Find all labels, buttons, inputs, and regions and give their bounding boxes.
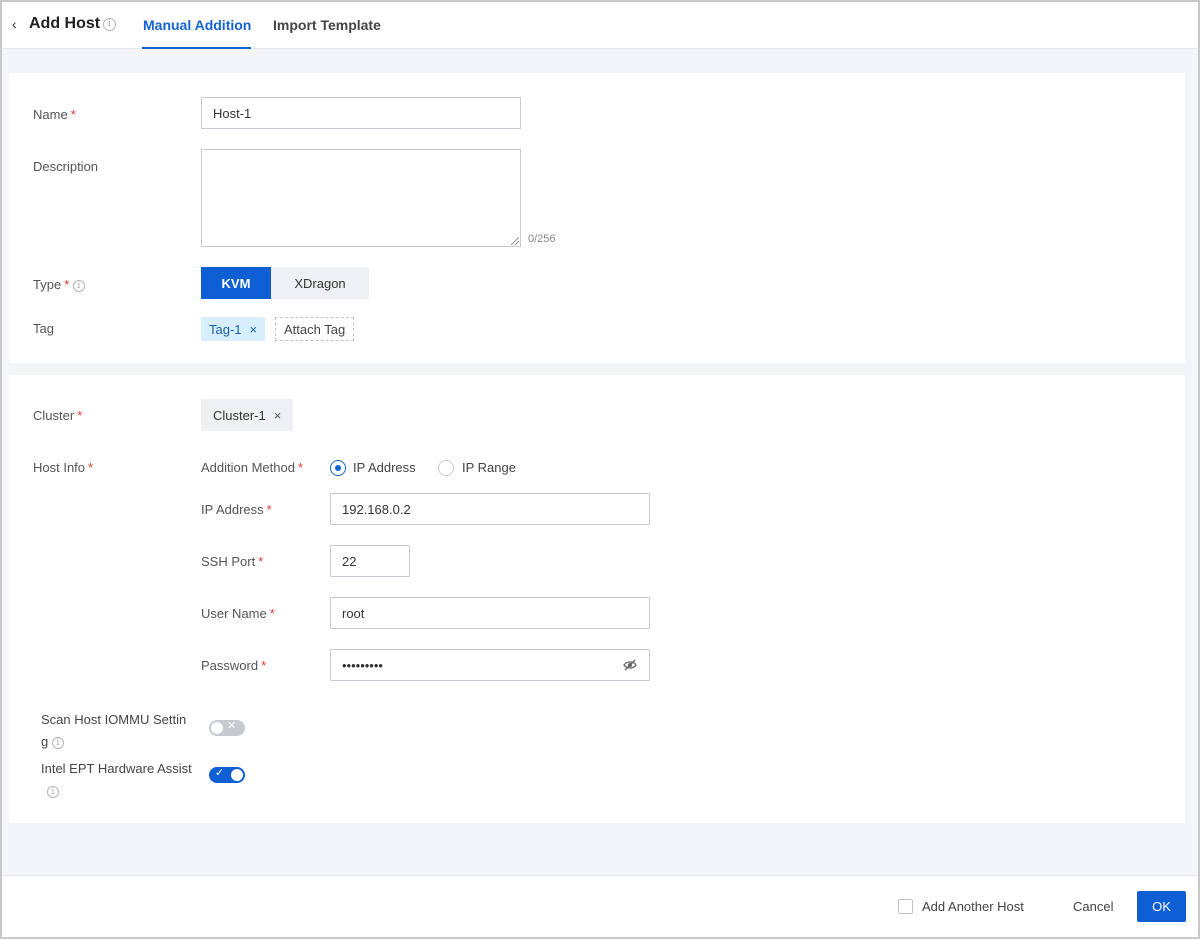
password-value: ••••••••• bbox=[342, 657, 383, 673]
addition-method-label: Addition Method * bbox=[201, 460, 304, 475]
info-icon[interactable]: i bbox=[72, 279, 85, 292]
active-tab-indicator bbox=[142, 47, 251, 49]
back-icon[interactable]: ‹ bbox=[12, 16, 17, 32]
host-info-card: Cluster * Cluster-1 × Host Info * Addition… bbox=[9, 375, 1185, 823]
type-kvm-button[interactable]: KVM bbox=[201, 267, 271, 299]
name-input[interactable]: Host-1 bbox=[201, 97, 521, 129]
tab-import-template[interactable]: Import Template bbox=[273, 17, 381, 33]
page-title: Add Host bbox=[29, 15, 101, 32]
x-icon: ✕ bbox=[227, 720, 237, 732]
ip-address-input[interactable]: 192.168.0.2 bbox=[330, 493, 650, 525]
description-label: Description bbox=[33, 159, 99, 174]
tag-label: Tag bbox=[33, 321, 54, 336]
toggle-knob bbox=[211, 722, 223, 734]
user-name-label: User Name * bbox=[201, 606, 275, 621]
app-window: ‹ Add Host i Manual Addition Import Temp… bbox=[0, 0, 1200, 939]
description-counter: 0/256 bbox=[528, 233, 556, 245]
cancel-button[interactable]: Cancel bbox=[1073, 899, 1113, 914]
password-label: Password * bbox=[201, 658, 267, 673]
attach-tag-button[interactable]: Attach Tag bbox=[275, 317, 355, 341]
info-icon[interactable]: i bbox=[47, 785, 59, 798]
ept-toggle[interactable]: ✓ bbox=[209, 767, 245, 783]
host-info-label: Host Info * bbox=[33, 460, 94, 475]
ip-range-radio[interactable] bbox=[438, 460, 454, 476]
add-another-host-checkbox[interactable] bbox=[898, 899, 913, 914]
ip-address-label: IP Address * bbox=[201, 502, 272, 517]
type-xdragon-button[interactable]: XDragon bbox=[271, 267, 369, 299]
info-icon[interactable]: i bbox=[51, 736, 64, 749]
ok-button[interactable]: OK bbox=[1137, 891, 1186, 922]
password-input[interactable]: ••••••••• bbox=[330, 649, 650, 681]
name-label: Name * bbox=[33, 107, 76, 122]
check-icon: ✓ bbox=[215, 767, 225, 779]
ip-address-radio[interactable] bbox=[330, 460, 346, 476]
cluster-label: Cluster * bbox=[33, 408, 83, 423]
ssh-port-label: SSH Port * bbox=[201, 554, 264, 569]
resize-grip-icon[interactable] bbox=[511, 237, 519, 245]
user-name-input[interactable]: root bbox=[330, 597, 650, 629]
description-textarea[interactable] bbox=[201, 149, 521, 247]
tag-chip-label: Tag-1 bbox=[209, 321, 242, 337]
info-icon[interactable]: i bbox=[103, 18, 116, 31]
ssh-port-input[interactable]: 22 bbox=[330, 545, 410, 577]
page-header: ‹ Add Host i Manual Addition Import Temp… bbox=[2, 2, 1198, 49]
close-icon[interactable]: × bbox=[274, 408, 282, 423]
cluster-chip[interactable]: Cluster-1 × bbox=[201, 399, 294, 431]
eye-off-icon[interactable] bbox=[623, 659, 637, 671]
scan-iommu-label: Scan Host IOMMU Settin g i bbox=[41, 712, 187, 749]
tag-chip: Tag-1 × bbox=[201, 317, 266, 341]
tab-manual-addition[interactable]: Manual Addition bbox=[143, 17, 251, 33]
type-label: Type * i bbox=[33, 277, 85, 292]
cluster-chip-label: Cluster-1 bbox=[213, 407, 266, 423]
scan-iommu-toggle[interactable]: ✕ bbox=[209, 720, 245, 736]
ept-label: Intel EPT Hardware Assist i bbox=[41, 761, 192, 798]
ip-range-radio-label[interactable]: IP Range bbox=[462, 460, 516, 475]
close-icon[interactable]: × bbox=[250, 322, 258, 337]
toggle-knob bbox=[231, 769, 243, 781]
basic-info-card: Name * Host-1 Description 0/256 Type * i K… bbox=[9, 73, 1185, 363]
ip-address-radio-label[interactable]: IP Address bbox=[353, 460, 416, 475]
add-another-host-label[interactable]: Add Another Host bbox=[922, 899, 1024, 914]
footer-bar: Add Another Host Cancel OK bbox=[2, 875, 1198, 937]
